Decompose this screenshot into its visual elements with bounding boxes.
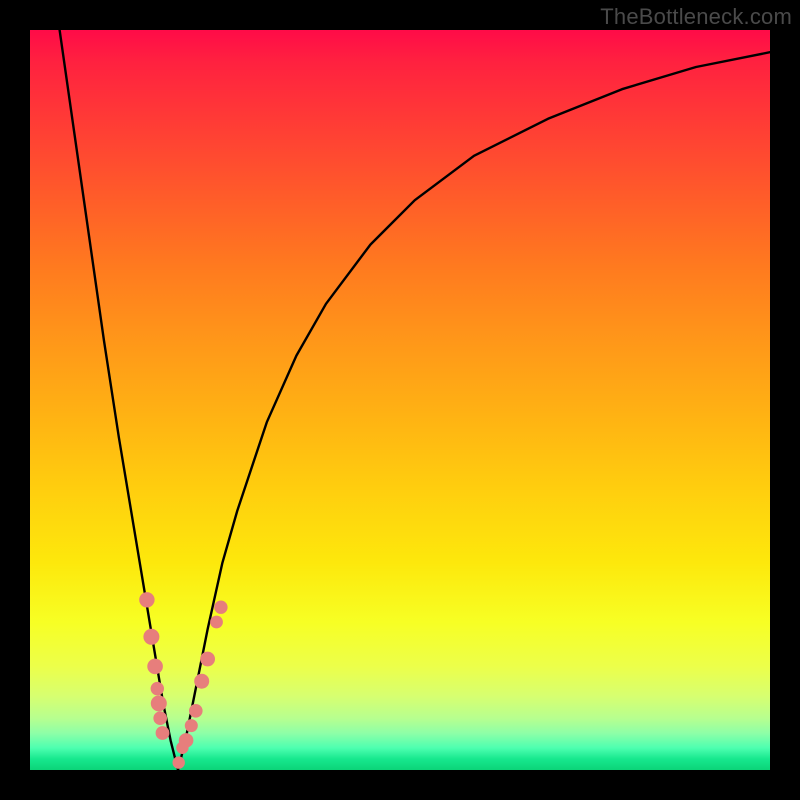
data-marker xyxy=(200,652,215,667)
data-marker xyxy=(214,601,227,614)
data-marker xyxy=(185,719,198,732)
data-marker xyxy=(156,726,170,740)
bottleneck-curve xyxy=(60,30,770,770)
watermark-text: TheBottleneck.com xyxy=(600,4,792,30)
marker-cluster-right xyxy=(173,601,228,769)
data-marker xyxy=(194,674,209,689)
data-marker xyxy=(143,629,159,645)
plot-area xyxy=(30,30,770,770)
curve-layer xyxy=(30,30,770,770)
data-marker xyxy=(151,695,167,711)
data-marker xyxy=(147,659,163,675)
data-marker xyxy=(151,682,164,695)
data-marker xyxy=(189,704,203,718)
data-marker xyxy=(153,711,167,725)
data-marker xyxy=(179,733,194,748)
data-marker xyxy=(139,592,154,607)
marker-cluster-left xyxy=(139,592,169,740)
chart-frame: TheBottleneck.com xyxy=(0,0,800,800)
data-marker xyxy=(173,756,185,768)
data-marker xyxy=(210,616,223,629)
